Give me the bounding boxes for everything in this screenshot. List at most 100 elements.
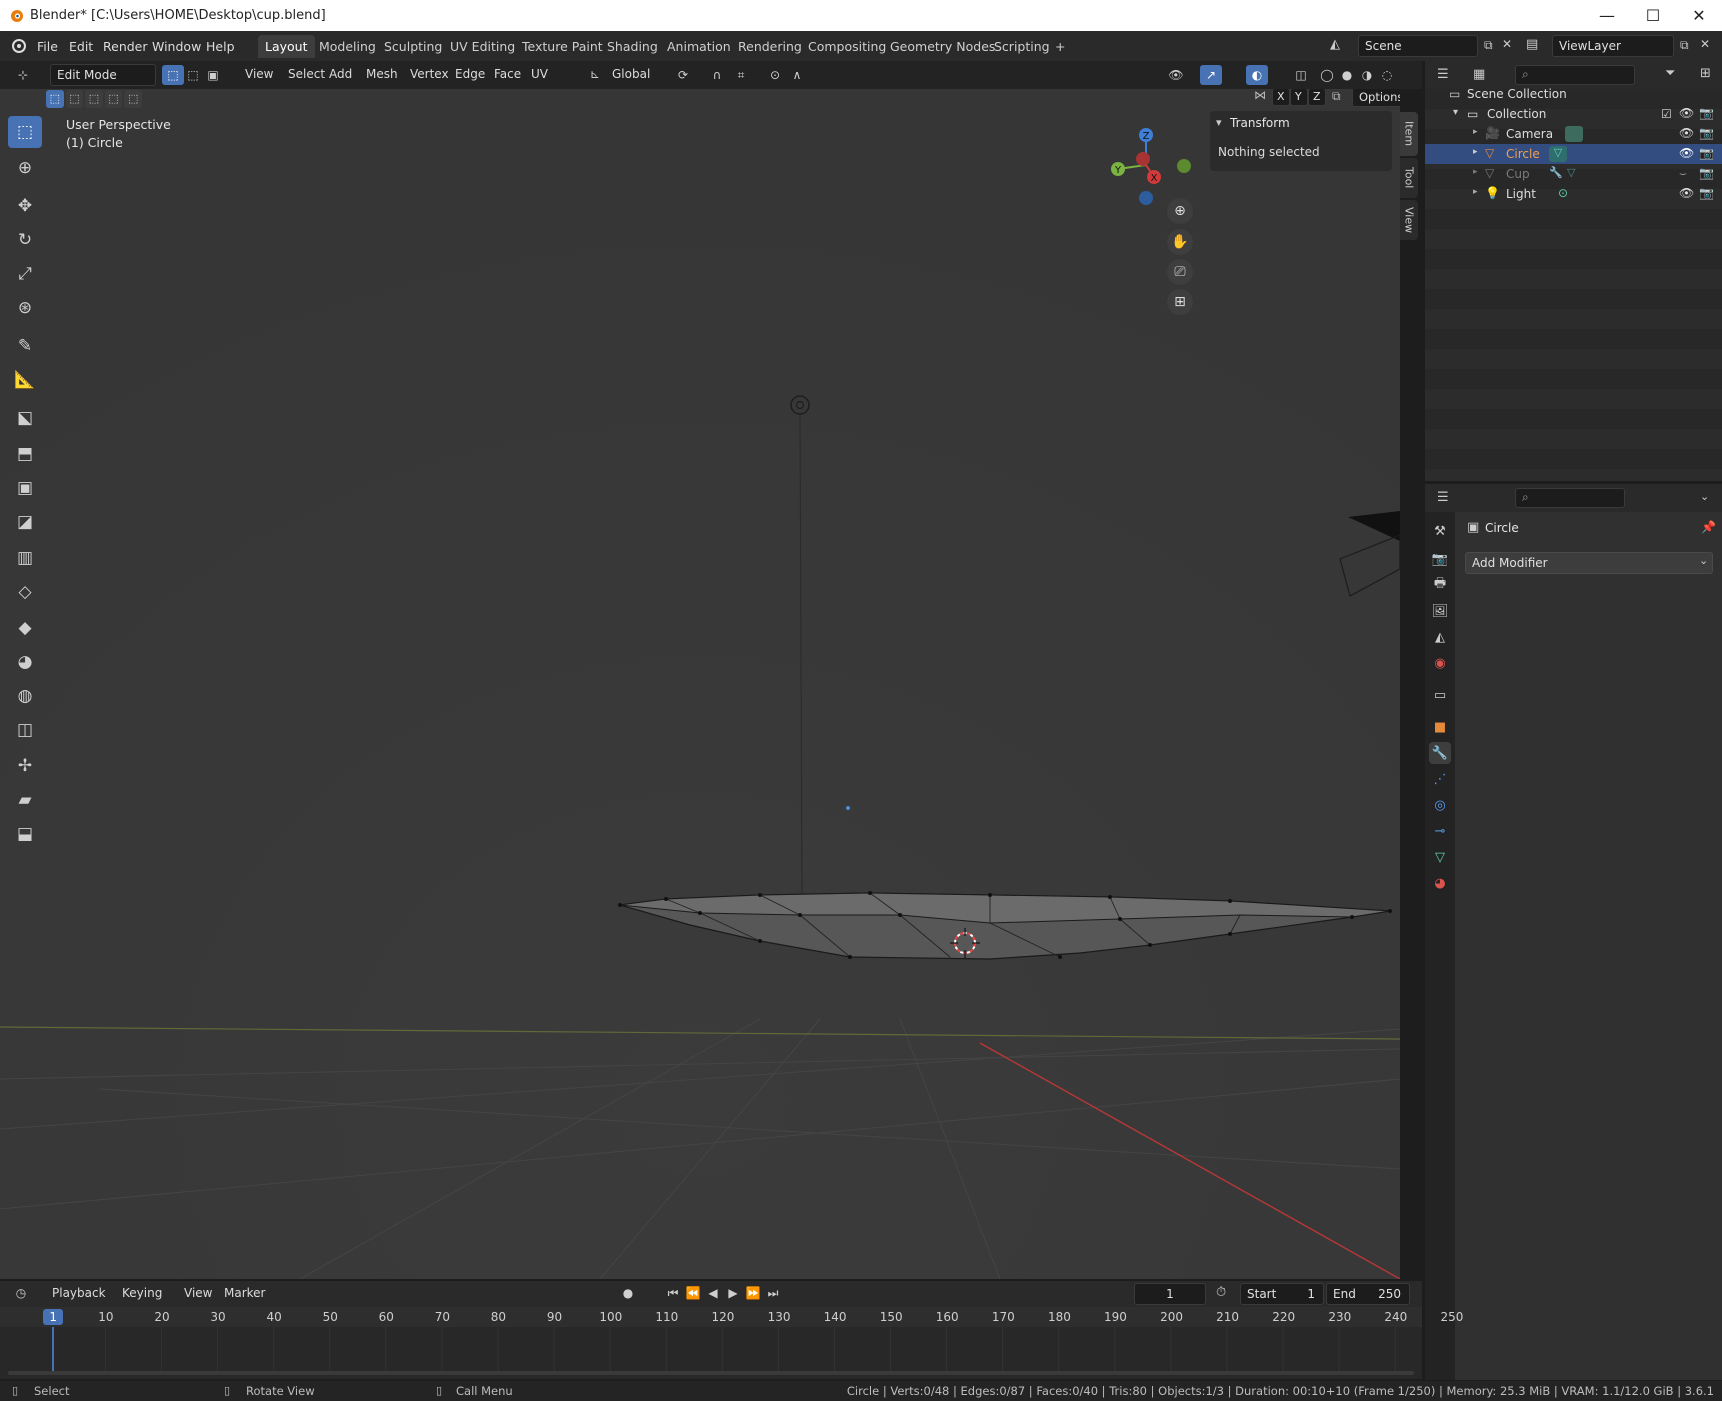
visibility-eye-icon[interactable]: 👁	[1679, 186, 1694, 200]
mesh-data-tab-icon[interactable]: ▽	[1429, 846, 1451, 868]
end-frame-field[interactable]: End 250	[1326, 1283, 1410, 1305]
outliner-row-cup[interactable]: ▸ ▽ Cup 🔧 ▽ ⌣ 📷	[1425, 164, 1722, 184]
current-frame-field[interactable]: 1	[1134, 1283, 1206, 1305]
outliner-row-scene-collection[interactable]: ▭ Scene Collection	[1425, 84, 1722, 104]
expand-arrow-icon[interactable]: ▸	[1473, 147, 1478, 157]
tab-item[interactable]: Item	[1400, 112, 1418, 156]
poly-build-tool-icon[interactable]: ◆	[8, 612, 42, 644]
menu-uv[interactable]: UV	[525, 65, 554, 85]
mirror-y-toggle[interactable]: Y	[1290, 89, 1308, 106]
menu-view[interactable]: View	[239, 65, 279, 85]
falloff-curve-icon[interactable]: ∧	[786, 65, 808, 85]
render-camera-icon[interactable]: 📷	[1699, 126, 1714, 140]
properties-editor-icon[interactable]: ☰	[1437, 490, 1449, 505]
playback-menu[interactable]: Playback	[46, 1284, 112, 1304]
scene-tab-icon[interactable]: ◭	[1429, 626, 1451, 648]
rotate-tool-icon[interactable]: ↻	[8, 224, 42, 256]
display-mode-icon[interactable]: ▦	[1473, 67, 1485, 82]
pan-hand-icon[interactable]: ✋	[1167, 229, 1193, 255]
rendered-shading-icon[interactable]: ◌	[1376, 65, 1398, 85]
edge-select-icon[interactable]: ⬚	[182, 65, 204, 85]
outliner-row-light[interactable]: ▸ 💡 Light ⊙ 👁 📷	[1425, 184, 1722, 204]
menu-mesh[interactable]: Mesh	[360, 65, 404, 85]
camera-view-icon[interactable]: ⎚	[1167, 259, 1193, 285]
view-layer-field[interactable]: ViewLayer	[1552, 35, 1674, 57]
navigation-gizmo[interactable]: Z Y X	[1100, 117, 1200, 207]
mirror-z-toggle[interactable]: Z	[1308, 89, 1326, 106]
ortho-grid-icon[interactable]: ⊞	[1167, 289, 1193, 315]
bevel-tool-icon[interactable]: ◪	[8, 506, 42, 538]
tab-uv-editing[interactable]: UV Editing	[443, 35, 522, 58]
tab-animation[interactable]: Animation	[660, 35, 738, 58]
face-select-icon[interactable]: ▣	[202, 65, 224, 85]
shrink-fatten-tool-icon[interactable]: ✢	[8, 750, 42, 782]
measure-tool-icon[interactable]: 📐	[8, 364, 42, 396]
pivot-point-icon[interactable]: ⟳	[672, 65, 694, 85]
options-dropdown[interactable]: Options	[1352, 89, 1400, 107]
new-scene-icon[interactable]: ⧉	[1484, 38, 1493, 53]
tab-shading[interactable]: Shading	[600, 35, 665, 58]
collection-tab-icon[interactable]: ▭	[1429, 684, 1451, 706]
render-camera-icon[interactable]: 📷	[1699, 106, 1714, 120]
jump-keyframe-forward-icon[interactable]: ⏩	[742, 1283, 764, 1303]
editor-type-icon[interactable]: ⊹	[12, 65, 34, 85]
transform-section-title[interactable]: Transform	[1230, 116, 1290, 130]
new-collection-icon[interactable]: ⊞	[1700, 66, 1711, 81]
menu-help[interactable]: Help	[199, 37, 242, 56]
maximize-button[interactable]: ☐	[1630, 0, 1676, 31]
blender-menu-icon[interactable]	[10, 38, 26, 54]
constraints-tab-icon[interactable]: ⊸	[1429, 820, 1451, 842]
tab-texture-paint[interactable]: Texture Paint	[515, 35, 610, 58]
select-intersect-icon[interactable]: ⬚	[124, 90, 142, 108]
object-tab-icon[interactable]: ■	[1429, 716, 1451, 738]
menu-face[interactable]: Face	[488, 65, 527, 85]
play-icon[interactable]: ▶	[722, 1283, 744, 1303]
hidden-eye-icon[interactable]: ⌣	[1679, 166, 1687, 181]
timeline-scrollbar[interactable]	[8, 1371, 1414, 1375]
3d-viewport[interactable]: ⬚ ⬚ ⬚ ⬚ ⬚ User Perspective (1) Circle ⋈ …	[0, 89, 1400, 1279]
orientation-dropdown[interactable]: Global	[606, 65, 656, 85]
render-camera-icon[interactable]: 📷	[1699, 166, 1714, 180]
auto-keying-icon[interactable]: ●	[617, 1283, 639, 1303]
preview-range-icon[interactable]: ⏱	[1216, 1285, 1226, 1300]
timeline-editor-icon[interactable]: ◷	[10, 1283, 32, 1303]
remove-view-layer-icon[interactable]: ✕	[1700, 37, 1710, 51]
outliner-editor-icon[interactable]: ☰	[1437, 67, 1449, 82]
zoom-icon[interactable]: ⊕	[1167, 198, 1193, 224]
start-frame-field[interactable]: Start 1	[1240, 1283, 1324, 1305]
visibility-eye-icon[interactable]: 👁	[1679, 106, 1694, 120]
move-tool-icon[interactable]: ✥	[8, 190, 42, 222]
particles-tab-icon[interactable]: ⋰	[1429, 768, 1451, 790]
keying-menu[interactable]: Keying	[116, 1284, 168, 1304]
gizmo-toggle-icon[interactable]: ↗	[1200, 65, 1222, 85]
output-tab-icon[interactable]: 🖶	[1429, 574, 1451, 596]
visibility-eye-icon[interactable]: 👁	[1679, 146, 1694, 160]
transform-tool-icon[interactable]: ⊛	[8, 292, 42, 324]
select-new-icon[interactable]: ⬚	[46, 90, 64, 108]
view-layer-icon[interactable]: ▤	[1526, 37, 1538, 52]
world-tab-icon[interactable]: ◉	[1429, 652, 1451, 674]
material-tab-icon[interactable]: ◕	[1429, 872, 1451, 894]
tab-layout[interactable]: Layout	[258, 35, 315, 58]
tab-geometry-nodes[interactable]: Geometry Nodes	[883, 35, 1002, 58]
add-modifier-button[interactable]: Add Modifier	[1465, 552, 1713, 574]
jump-start-icon[interactable]: ⏮	[662, 1283, 684, 1303]
tab-scripting[interactable]: Scripting	[987, 35, 1057, 58]
expand-arrow-icon[interactable]: ▸	[1473, 127, 1478, 137]
vertex-select-icon[interactable]: ⬚	[162, 65, 184, 85]
add-cube-tool-icon[interactable]: ⬕	[8, 402, 42, 434]
play-reverse-icon[interactable]: ◀	[702, 1283, 724, 1303]
scene-name-field[interactable]: Scene	[1358, 35, 1478, 57]
render-tab-icon[interactable]: 📷	[1429, 548, 1451, 570]
render-camera-icon[interactable]: 📷	[1699, 146, 1714, 160]
inset-tool-icon[interactable]: ▣	[8, 472, 42, 504]
wireframe-shading-icon[interactable]: ◯	[1316, 65, 1338, 85]
outliner-row-collection[interactable]: ▾ ▭ Collection ☑ 👁 📷	[1425, 104, 1722, 124]
extrude-tool-icon[interactable]: ⬒	[8, 438, 42, 470]
expand-arrow-icon[interactable]: ▸	[1473, 187, 1478, 197]
view-menu[interactable]: View	[178, 1284, 218, 1304]
auto-merge-icon[interactable]: ⧉	[1332, 89, 1341, 104]
mirror-x-toggle[interactable]: X	[1272, 89, 1290, 106]
spin-tool-icon[interactable]: ◕	[8, 646, 42, 678]
tool-tab-icon[interactable]: ⚒	[1429, 520, 1451, 542]
